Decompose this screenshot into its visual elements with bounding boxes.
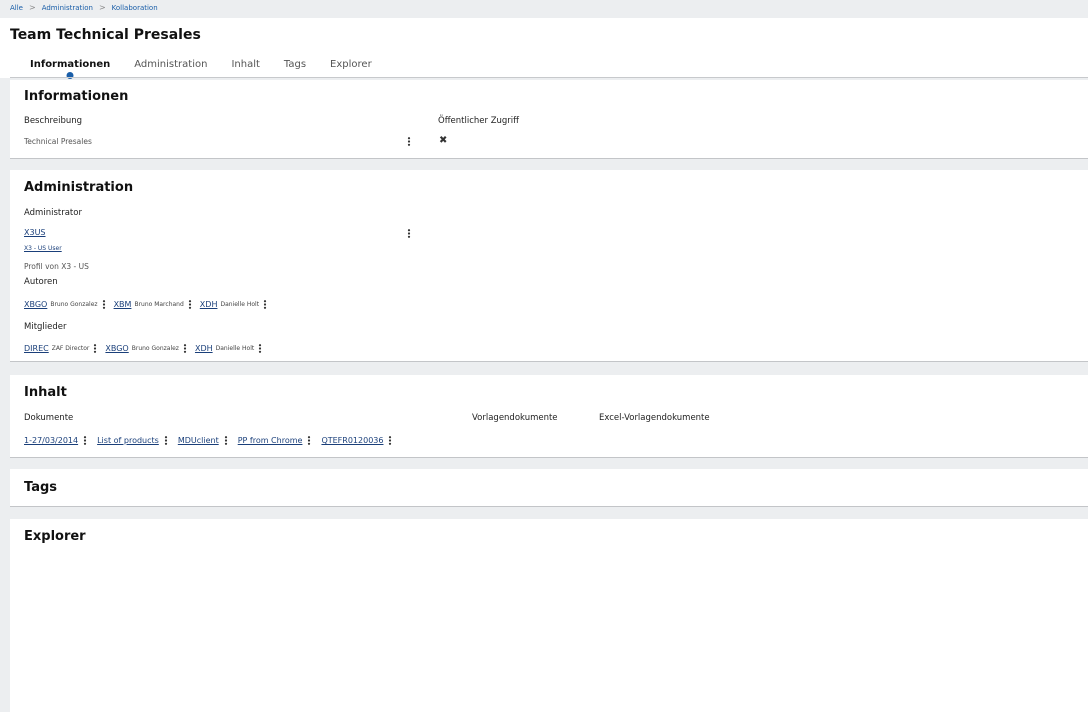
author-name: Danielle Holt <box>220 301 260 308</box>
member-code-link[interactable]: DIREC <box>24 344 49 353</box>
more-actions-icon[interactable] <box>263 300 267 309</box>
more-actions-icon[interactable] <box>164 436 168 445</box>
author-name: Bruno Marchand <box>134 301 184 308</box>
more-actions-icon[interactable] <box>407 229 411 238</box>
author-name: Bruno Gonzalez <box>50 301 98 308</box>
section-inhalt: Inhalt Dokumente Vorlagendokumente Excel… <box>10 375 1088 458</box>
tab-bar: Informationen Administration Inhalt Tags… <box>30 59 396 79</box>
more-actions-icon[interactable] <box>83 436 87 445</box>
author-code-link[interactable]: XBM <box>114 300 132 309</box>
tab-tags[interactable]: Tags <box>284 59 306 70</box>
section-informationen: Informationen Beschreibung Technical Pre… <box>10 80 1088 159</box>
authors-label: Autoren <box>24 277 58 287</box>
section-title: Inhalt <box>24 385 67 400</box>
author-code-link[interactable]: XDH <box>200 300 218 309</box>
page-header: Team Technical Presales Informationen Ad… <box>0 18 1088 79</box>
section-title: Administration <box>24 180 134 195</box>
more-actions-icon[interactable] <box>307 436 311 445</box>
administrator-link[interactable]: X3US <box>24 228 46 237</box>
document-link[interactable]: 1-27/03/2014 <box>24 436 78 445</box>
administrator-label: Administrator <box>24 208 82 218</box>
template-documents-label: Vorlagendokumente <box>472 413 558 423</box>
document-link[interactable]: MDUclient <box>178 436 219 445</box>
section-title: Informationen <box>24 89 129 104</box>
page-title: Team Technical Presales <box>10 27 201 43</box>
tab-label: Explorer <box>330 59 372 70</box>
description-label: Beschreibung <box>24 116 83 126</box>
tab-label: Administration <box>134 59 208 70</box>
more-actions-icon[interactable] <box>224 436 228 445</box>
breadcrumb-item-collaboration[interactable]: Kollaboration <box>112 4 158 12</box>
member-name: ZAF Director <box>51 345 90 352</box>
more-actions-icon[interactable] <box>407 137 411 146</box>
authors-list: XBGO Bruno Gonzalez XBM Bruno Marchand X… <box>24 300 275 309</box>
section-title: Explorer <box>24 529 86 544</box>
administrator-profile: Profil von X3 - US <box>24 262 89 271</box>
document-link[interactable]: QTEFR0120036 <box>321 436 383 445</box>
excel-template-documents-label: Excel-Vorlagendokumente <box>599 413 710 423</box>
tab-informationen[interactable]: Informationen <box>30 59 111 79</box>
breadcrumb-separator: > <box>98 3 106 12</box>
administrator-name-link[interactable]: X3 - US User <box>24 245 62 252</box>
description-value: Technical Presales <box>24 137 92 146</box>
section-title: Tags <box>24 480 58 495</box>
more-actions-icon[interactable] <box>388 436 392 445</box>
members-label: Mitglieder <box>24 322 67 332</box>
tab-inhalt[interactable]: Inhalt <box>231 59 259 70</box>
member-code-link[interactable]: XBGO <box>105 344 128 353</box>
public-access-label: Öffentlicher Zugriff <box>438 116 520 126</box>
document-link[interactable]: PP from Chrome <box>238 436 303 445</box>
document-link[interactable]: List of products <box>97 436 159 445</box>
more-actions-icon[interactable] <box>102 300 106 309</box>
more-actions-icon[interactable] <box>188 300 192 309</box>
tab-label: Inhalt <box>231 59 260 70</box>
more-actions-icon[interactable] <box>93 344 97 353</box>
breadcrumb-item-administration[interactable]: Administration <box>42 4 93 12</box>
members-list: DIREC ZAF Director XBGO Bruno Gonzalez X… <box>24 344 270 353</box>
section-explorer: Explorer <box>10 519 1088 712</box>
tab-label: Informationen <box>30 59 111 70</box>
tab-administration[interactable]: Administration <box>134 59 207 70</box>
documents-list: 1-27/03/2014 List of products MDUclient … <box>24 436 402 445</box>
header-divider <box>10 77 1088 78</box>
more-actions-icon[interactable] <box>183 344 187 353</box>
tab-label: Tags <box>283 59 307 70</box>
section-tags: Tags <box>10 469 1088 507</box>
documents-label: Dokumente <box>24 413 74 423</box>
member-code-link[interactable]: XDH <box>195 344 213 353</box>
author-code-link[interactable]: XBGO <box>24 300 47 309</box>
x-icon: ✖ <box>439 135 448 146</box>
member-name: Danielle Holt <box>215 345 255 352</box>
section-administration: Administration Administrator X3US X3 - U… <box>10 170 1088 362</box>
breadcrumb: Alle > Administration > Kollaboration <box>10 3 158 12</box>
breadcrumb-separator: > <box>29 3 36 12</box>
breadcrumb-item-all[interactable]: Alle <box>10 4 23 12</box>
tab-explorer[interactable]: Explorer <box>330 59 372 70</box>
member-name: Bruno Gonzalez <box>131 345 179 352</box>
more-actions-icon[interactable] <box>258 344 262 353</box>
